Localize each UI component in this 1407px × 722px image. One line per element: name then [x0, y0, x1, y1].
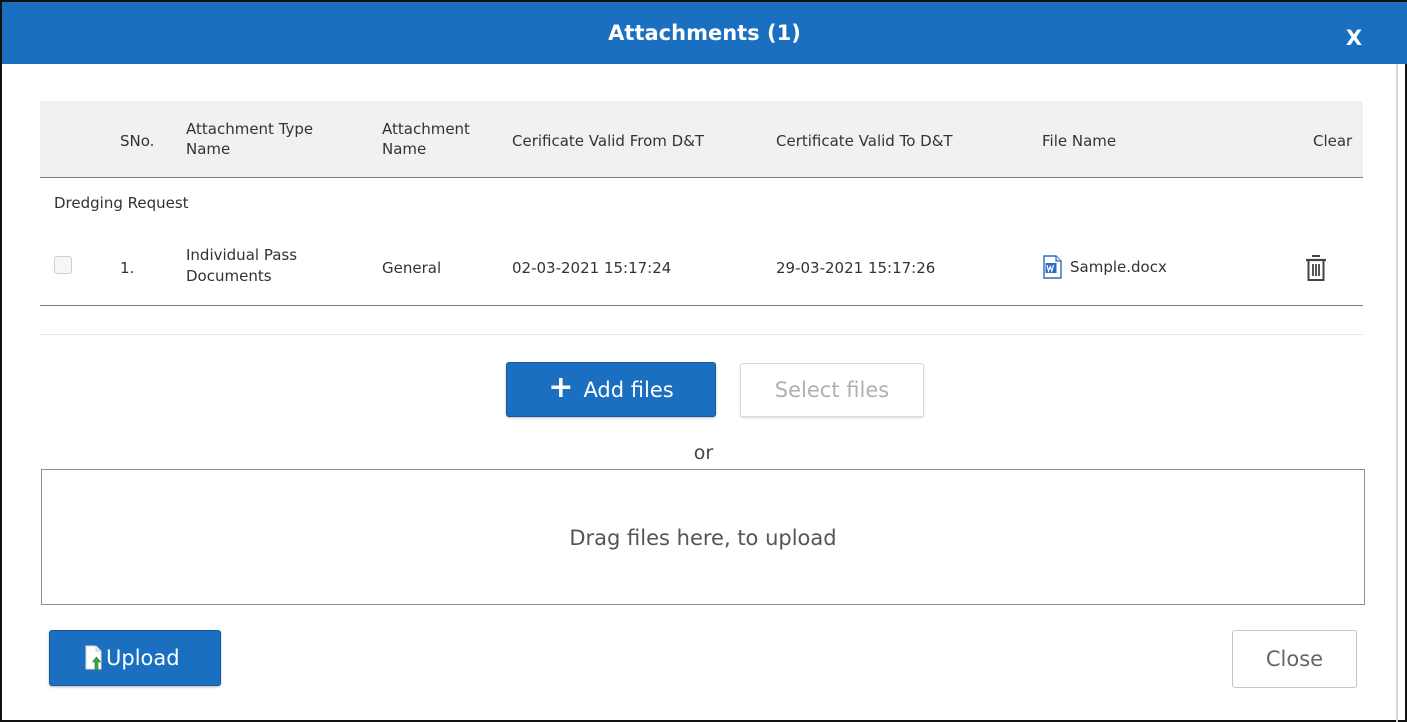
- row-valid-from: 02-03-2021 15:17:24: [512, 259, 672, 277]
- header-valid-from: Cerificate Valid From D&T: [512, 132, 705, 150]
- select-files-button[interactable]: Select files: [740, 363, 924, 417]
- dialog-titlebar: Attachments (1) X: [2, 2, 1407, 64]
- row-file-name: Sample.docx: [1070, 258, 1167, 276]
- header-file-name: File Name: [1042, 132, 1117, 150]
- header-attachment-type-name: Attachment Type Name: [186, 120, 314, 158]
- row-attachment-name: General: [382, 259, 442, 277]
- upload-file-icon: [85, 645, 102, 671]
- header-clear: Clear: [1313, 132, 1353, 150]
- or-separator: or: [693, 442, 714, 464]
- delete-attachment-button[interactable]: [1302, 253, 1330, 283]
- row-file-link[interactable]: Sample.docx: [1040, 255, 1167, 279]
- group-label: Dredging Request: [54, 194, 189, 212]
- upload-button[interactable]: Upload: [49, 630, 221, 686]
- row-sno: 1.: [120, 259, 135, 277]
- header-attachment-name: Attachment Name: [382, 120, 470, 158]
- dialog-title: Attachments (1): [608, 21, 801, 45]
- word-doc-icon: [1043, 255, 1062, 279]
- close-dialog-button[interactable]: X: [1342, 26, 1366, 50]
- attachments-table-header: SNo. Attachment Type Name Attachment Nam…: [40, 101, 1363, 178]
- row-attachment-type-name: Individual Pass Documents: [186, 246, 298, 285]
- dialog-scrollbar-edge: [1396, 64, 1398, 722]
- plus-icon: +: [548, 370, 574, 405]
- header-sno: SNo.: [120, 132, 155, 150]
- attachments-dialog: Attachments (1) X SNo. Attachment Type N…: [0, 0, 1407, 722]
- dropzone-text: Drag files here, to upload: [569, 526, 837, 550]
- row-valid-to: 29-03-2021 15:17:26: [776, 259, 936, 277]
- upload-label: Upload: [106, 646, 180, 670]
- header-valid-to: Certificate Valid To D&T: [776, 132, 953, 150]
- row-checkbox[interactable]: [54, 256, 72, 274]
- file-dropzone[interactable]: Drag files here, to upload: [41, 469, 1365, 605]
- add-files-label: Add files: [583, 377, 674, 402]
- table-row: 1. Individual Pass Documents General 02-…: [40, 231, 1363, 306]
- trash-icon: [1306, 255, 1326, 281]
- section-divider: [40, 334, 1363, 335]
- add-files-button[interactable]: + Add files: [506, 362, 716, 417]
- close-button[interactable]: Close: [1232, 630, 1357, 688]
